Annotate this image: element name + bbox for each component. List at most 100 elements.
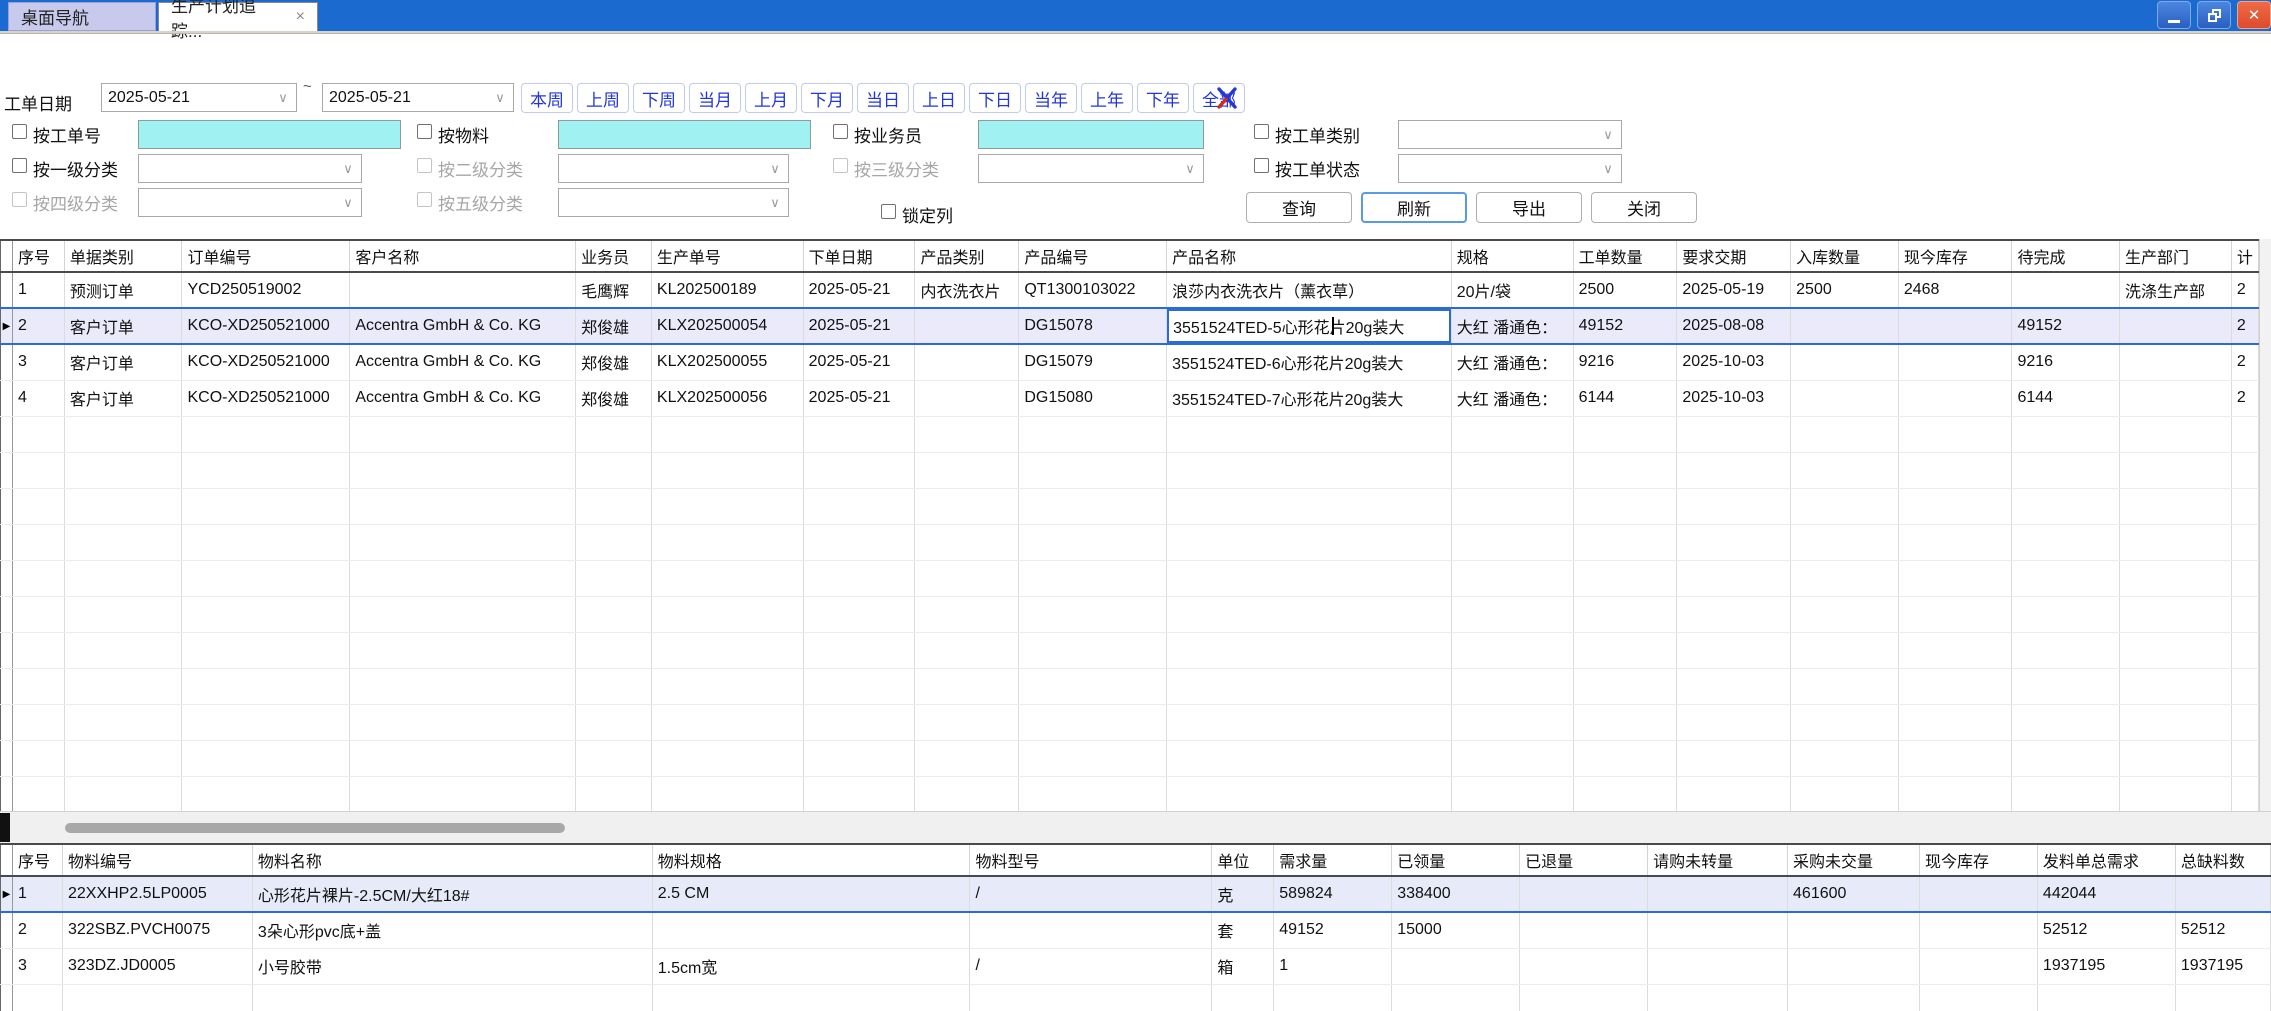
cell[interactable] [2120,344,2232,380]
cell[interactable] [1392,948,1520,984]
empty-cell[interactable] [1451,632,1573,668]
empty-cell[interactable] [350,596,576,632]
cell[interactable]: Accentra GmbH & Co. KG [350,380,576,416]
column-header-14[interactable]: 现今库存 [1898,240,2012,272]
cell[interactable]: 49152 [1573,308,1677,344]
empty-cell[interactable] [1677,596,1791,632]
cell[interactable]: 2025-08-08 [1677,308,1791,344]
checkbox-by-workorder-status[interactable] [1254,158,1269,173]
empty-cell[interactable] [803,524,915,560]
empty-cell[interactable] [1274,984,1392,1011]
quick-link-上周[interactable]: 上周 [577,83,629,113]
empty-cell[interactable] [1019,488,1167,524]
empty-cell[interactable] [2231,632,2258,668]
cell[interactable] [915,308,1019,344]
cell[interactable] [1919,876,2037,912]
cell[interactable]: 1937195 [2037,948,2175,984]
empty-cell[interactable] [651,488,803,524]
empty-cell[interactable] [1648,984,1788,1011]
empty-cell[interactable] [182,596,350,632]
empty-cell[interactable] [576,632,652,668]
empty-cell[interactable] [2120,704,2232,740]
empty-cell[interactable] [1898,524,2012,560]
empty-cell[interactable] [576,740,652,776]
empty-cell[interactable] [2231,596,2258,632]
cell[interactable] [1648,912,1788,948]
column-header-2[interactable]: 订单编号 [182,240,350,272]
empty-cell[interactable] [1898,452,2012,488]
empty-cell[interactable] [1573,488,1677,524]
empty-cell[interactable] [1677,488,1791,524]
cell[interactable]: 大红 潘通色： [1451,308,1573,344]
empty-cell[interactable] [970,984,1212,1011]
empty-cell[interactable] [1791,452,1899,488]
checkbox-by-category-2[interactable] [417,158,432,173]
empty-cell[interactable] [1019,776,1167,811]
column-header-9[interactable]: 产品名称 [1167,240,1452,272]
refresh-button[interactable]: 刷新 [1361,192,1467,223]
column-header-11[interactable]: 现今库存 [1919,844,2037,876]
cell[interactable]: 客户订单 [64,380,182,416]
cell[interactable]: 52512 [2037,912,2175,948]
cell[interactable] [915,344,1019,380]
cell-editor[interactable]: 3551524TED-5心形花片20g装大 [1167,309,1451,343]
quick-link-下年[interactable]: 下年 [1137,83,1189,113]
cell[interactable]: 郑俊雄 [576,308,652,344]
material-input[interactable] [558,120,811,149]
empty-cell[interactable] [2231,524,2258,560]
column-header-3[interactable]: 客户名称 [350,240,576,272]
empty-cell[interactable] [1788,984,1920,1011]
column-header-12[interactable]: 要求交期 [1677,240,1791,272]
empty-cell[interactable] [1677,524,1791,560]
empty-cell[interactable] [1019,452,1167,488]
filter-label[interactable]: 按工单号 [33,122,101,147]
cell[interactable]: 2025-05-21 [803,308,915,344]
cell[interactable] [970,912,1212,948]
checkbox-by-workorder[interactable] [12,124,27,139]
chevron-down-icon[interactable]: ∨ [1599,159,1617,178]
empty-cell[interactable] [651,452,803,488]
empty-cell[interactable] [803,776,915,811]
empty-cell[interactable] [2120,632,2232,668]
export-button[interactable]: 导出 [1476,192,1582,223]
empty-cell[interactable] [915,524,1019,560]
cell[interactable]: 4 [12,380,64,416]
empty-cell[interactable] [350,488,576,524]
column-header-1[interactable]: 物料编号 [62,844,252,876]
empty-cell[interactable] [1019,524,1167,560]
empty-cell[interactable] [1019,740,1167,776]
cell[interactable]: DG15078 [1019,308,1167,344]
column-header-10[interactable]: 规格 [1451,240,1573,272]
empty-cell[interactable] [2012,488,2120,524]
cell[interactable] [1788,912,1920,948]
filter-label[interactable]: 按一级分类 [33,156,118,181]
cell[interactable]: 大红 潘通色： [1451,380,1573,416]
empty-cell[interactable] [1898,560,2012,596]
cell[interactable] [1648,876,1788,912]
empty-cell[interactable] [1573,416,1677,452]
column-header-3[interactable]: 物料规格 [652,844,970,876]
cell[interactable] [2120,380,2232,416]
cell[interactable]: 3551524TED-5心形花片20g装大 [1167,308,1452,344]
empty-cell[interactable] [1451,452,1573,488]
empty-cell[interactable] [1019,668,1167,704]
cell[interactable]: 2025-10-03 [1677,344,1791,380]
cell[interactable]: 323DZ.JD0005 [62,948,252,984]
empty-cell[interactable] [2231,704,2258,740]
cell[interactable]: 3551524TED-7心形花片20g装大 [1167,380,1452,416]
cell[interactable]: 预测订单 [64,272,182,308]
column-header-11[interactable]: 工单数量 [1573,240,1677,272]
empty-cell[interactable] [1573,776,1677,811]
cell[interactable]: 6144 [2012,380,2120,416]
empty-cell[interactable] [2231,668,2258,704]
empty-cell[interactable] [915,416,1019,452]
empty-cell[interactable] [803,704,915,740]
empty-cell[interactable] [350,704,576,740]
cell[interactable]: YCD250519002 [182,272,350,308]
empty-cell[interactable] [1573,452,1677,488]
empty-cell[interactable] [1677,560,1791,596]
cell[interactable]: 克 [1212,876,1274,912]
empty-cell[interactable] [182,560,350,596]
column-header-8[interactable]: 已退量 [1520,844,1648,876]
empty-cell[interactable] [652,984,970,1011]
